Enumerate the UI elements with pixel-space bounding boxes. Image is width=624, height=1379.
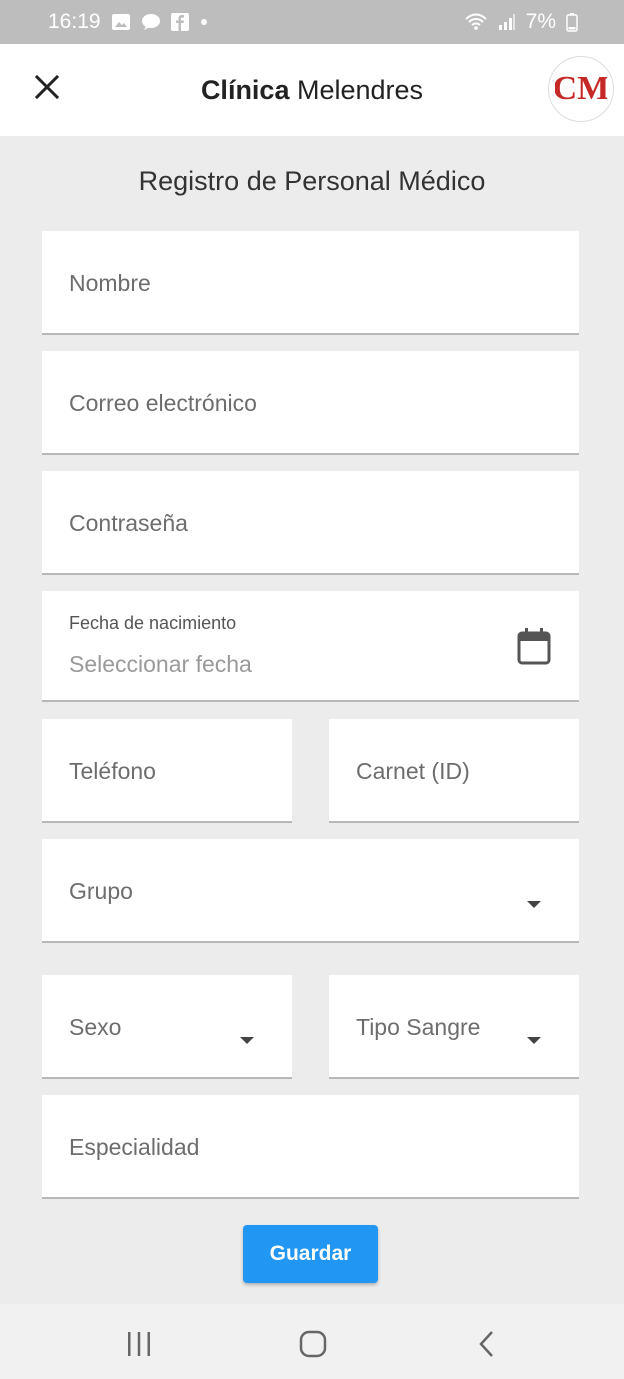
recent-apps-icon[interactable] <box>126 1330 152 1363</box>
email-field[interactable]: Correo electrónico <box>42 351 579 455</box>
group-label: Grupo <box>69 878 133 904</box>
system-nav-bar <box>0 1304 624 1379</box>
specialty-field[interactable]: Especialidad <box>42 1095 579 1199</box>
password-field[interactable]: Contraseña <box>42 471 579 575</box>
birthdate-field[interactable]: Fecha de nacimiento Seleccionar fecha <box>42 591 579 702</box>
dot-icon <box>199 17 209 27</box>
form-title: Registro de Personal Médico <box>138 166 486 196</box>
app-title: Clínica Melendres <box>0 75 624 106</box>
facebook-icon <box>170 13 189 31</box>
blood-type-select[interactable]: Tipo Sangre <box>329 975 579 1079</box>
clinic-logo: CM <box>548 56 614 122</box>
battery-percent: 7% <box>525 10 556 33</box>
status-bar: 16:19 7% <box>0 0 624 44</box>
id-card-placeholder: Carnet (ID) <box>356 758 470 784</box>
phone-placeholder: Teléfono <box>69 758 156 784</box>
signal-icon <box>498 13 516 31</box>
birthdate-placeholder: Seleccionar fecha <box>69 651 252 677</box>
chevron-down-icon <box>240 1037 254 1044</box>
chevron-down-icon <box>527 901 541 908</box>
save-button[interactable]: Guardar <box>243 1225 378 1283</box>
app-bar: Clínica Melendres CM <box>0 44 624 136</box>
group-select[interactable]: Grupo <box>42 839 579 943</box>
email-placeholder: Correo electrónico <box>69 390 257 416</box>
image-icon <box>111 13 131 31</box>
phone-field[interactable]: Teléfono <box>42 719 292 823</box>
sex-select[interactable]: Sexo <box>42 975 292 1079</box>
app-title-bold: Clínica <box>200 75 290 105</box>
id-card-field[interactable]: Carnet (ID) <box>329 719 579 823</box>
chevron-down-icon <box>527 1037 541 1044</box>
sex-label: Sexo <box>69 1014 122 1040</box>
battery-icon <box>566 12 578 32</box>
chat-icon <box>141 13 161 31</box>
calendar-icon[interactable] <box>517 627 551 670</box>
name-placeholder: Nombre <box>69 270 151 296</box>
blood-type-label: Tipo Sangre <box>356 1014 481 1040</box>
name-field[interactable]: Nombre <box>42 231 579 335</box>
home-icon[interactable] <box>299 1330 327 1363</box>
logo-text: CM <box>555 70 607 107</box>
app-title-rest: Melendres <box>296 75 424 105</box>
status-time: 16:19 <box>48 10 101 33</box>
birthdate-label: Fecha de nacimiento <box>69 613 237 633</box>
wifi-icon <box>464 12 488 32</box>
password-placeholder: Contraseña <box>69 510 188 536</box>
back-icon[interactable] <box>477 1330 497 1363</box>
specialty-placeholder: Especialidad <box>69 1134 200 1160</box>
